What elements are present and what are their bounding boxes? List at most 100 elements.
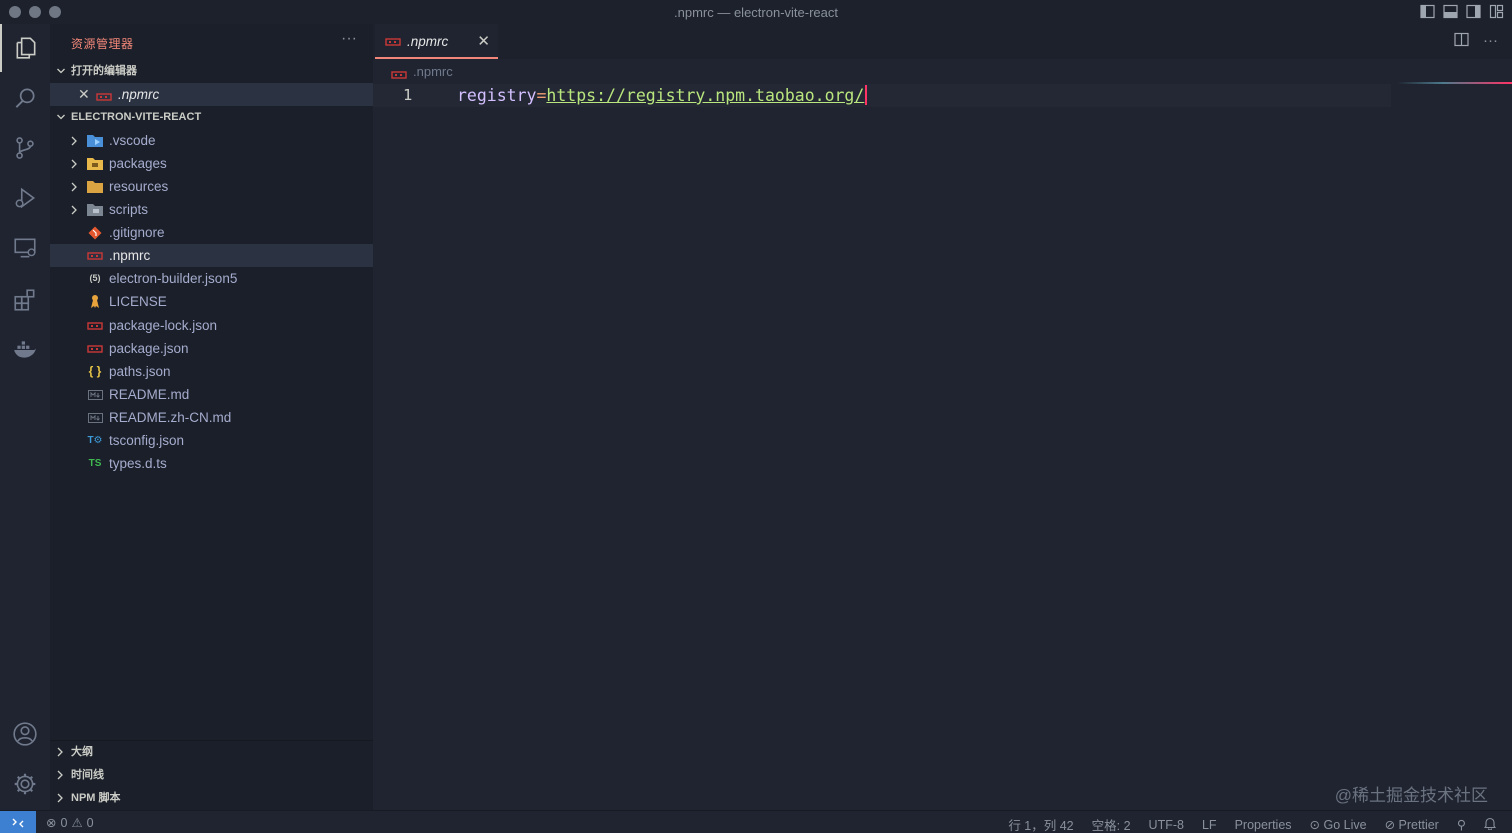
tab-label: .npmrc xyxy=(407,34,449,49)
markdown-file-icon xyxy=(87,387,103,402)
tree-item-label: types.d.ts xyxy=(109,456,167,471)
tree-item-label: .vscode xyxy=(109,133,156,148)
explorer-header: 资源管理器 ··· xyxy=(50,24,373,59)
code-url-link[interactable]: https://registry.npm.taobao.org/ xyxy=(546,86,864,105)
encoding[interactable]: UTF-8 xyxy=(1149,818,1184,832)
extensions-icon[interactable] xyxy=(0,276,50,324)
markdown-file-icon xyxy=(87,410,103,425)
error-icon: ⊗ xyxy=(46,816,57,830)
code-line-1[interactable]: registry=https://registry.npm.taobao.org… xyxy=(457,85,868,105)
layout-controls xyxy=(1420,4,1504,19)
tree-file-readme[interactable]: README.md xyxy=(50,383,373,406)
npm-file-icon xyxy=(391,68,407,79)
run-debug-icon[interactable] xyxy=(0,174,50,222)
timeline-section[interactable]: 时间线 xyxy=(50,764,373,786)
prettier-button[interactable]: ⊘ Prettier xyxy=(1385,817,1439,832)
settings-gear-icon[interactable] xyxy=(0,760,50,808)
project-label: ELECTRON-VITE-REACT xyxy=(71,111,202,123)
open-editors-section[interactable]: 打开的编辑器 xyxy=(50,60,373,82)
go-live-button[interactable]: ⊙ Go Live xyxy=(1310,817,1367,832)
tree-file-package-json[interactable]: package.json xyxy=(50,337,373,360)
warning-count: 0 xyxy=(86,815,94,830)
open-editor-filename: .npmrc xyxy=(118,87,160,102)
open-editor-item[interactable]: ✕ .npmrc xyxy=(50,83,373,106)
minimap[interactable] xyxy=(1397,82,1512,84)
go-live-label: Go Live xyxy=(1323,818,1367,832)
problems-indicator[interactable]: ⊗ 0 ⚠ 0 xyxy=(46,815,94,831)
accounts-icon[interactable] xyxy=(0,710,50,758)
tree-file-npmrc[interactable]: .npmrc xyxy=(50,244,373,267)
npm-file-icon xyxy=(385,36,401,48)
prettier-label: Prettier xyxy=(1398,818,1439,832)
typescript-def-file-icon: TS xyxy=(88,458,102,469)
tree-folder-packages[interactable]: packages xyxy=(50,152,373,175)
end-of-line[interactable]: LF xyxy=(1202,818,1217,832)
remote-explorer-icon[interactable] xyxy=(0,224,50,272)
tree-item-label: .npmrc xyxy=(109,248,151,263)
search-icon[interactable] xyxy=(0,74,50,122)
toggle-panel-icon[interactable] xyxy=(1443,4,1458,19)
npm-scripts-section[interactable]: NPM 脚本 xyxy=(50,787,373,809)
watermark: @稀土掘金技术社区 xyxy=(1334,786,1488,805)
cursor-position[interactable]: 行 1，列 42 xyxy=(1008,815,1073,833)
tree-item-label: electron-builder.json5 xyxy=(109,271,238,286)
tree-item-label: paths.json xyxy=(109,364,171,379)
json-file-icon: { } xyxy=(88,364,102,378)
json5-file-icon: (5) xyxy=(89,273,101,283)
tree-item-label: package-lock.json xyxy=(109,318,218,333)
tree-file-paths-json[interactable]: { } paths.json xyxy=(50,360,373,383)
outline-section[interactable]: 大纲 xyxy=(50,741,373,763)
chevron-right-icon xyxy=(70,129,80,152)
text-cursor xyxy=(865,85,868,105)
feedback-icon[interactable]: ⚲ xyxy=(1457,817,1466,832)
more-actions-icon[interactable]: ··· xyxy=(1483,32,1498,51)
toggle-secondary-sidebar-icon[interactable] xyxy=(1466,4,1481,19)
timeline-label: 时间线 xyxy=(71,769,104,781)
notifications-bell-icon[interactable] xyxy=(1483,817,1497,833)
status-right: 行 1，列 42 空格: 2 UTF-8 LF Properties ⊙ Go … xyxy=(1008,815,1497,833)
breadcrumb[interactable]: .npmrc xyxy=(391,64,453,79)
code-key: registry xyxy=(457,86,537,105)
tree-file-gitignore[interactable]: .gitignore xyxy=(50,221,373,244)
language-mode[interactable]: Properties xyxy=(1235,818,1292,832)
tree-item-label: README.zh-CN.md xyxy=(109,410,232,425)
close-tab-icon[interactable]: ✕ xyxy=(477,32,490,50)
project-section[interactable]: ELECTRON-VITE-REACT xyxy=(50,106,373,128)
tree-folder-scripts[interactable]: scripts xyxy=(50,198,373,221)
outline-label: 大纲 xyxy=(71,746,93,758)
tab-npmrc[interactable]: .npmrc ✕ xyxy=(375,24,498,59)
tree-item-label: scripts xyxy=(109,202,149,217)
close-editor-icon[interactable]: ✕ xyxy=(78,83,90,106)
tree-item-label: tsconfig.json xyxy=(109,433,185,448)
docker-icon[interactable] xyxy=(0,326,50,374)
more-actions-button[interactable]: ··· xyxy=(341,30,357,48)
open-editors-label: 打开的编辑器 xyxy=(71,65,137,77)
chevron-right-icon xyxy=(56,764,68,786)
tab-bar: .npmrc ✕ ··· xyxy=(373,24,1512,59)
tree-file-electron-builder[interactable]: (5) electron-builder.json5 xyxy=(50,267,373,290)
indentation[interactable]: 空格: 2 xyxy=(1092,815,1131,833)
tree-folder-resources[interactable]: resources xyxy=(50,175,373,198)
tsconfig-file-icon: T⚙ xyxy=(87,435,103,446)
tree-item-label: resources xyxy=(109,179,169,194)
tree-folder-vscode[interactable]: .vscode xyxy=(50,129,373,152)
chevron-down-icon xyxy=(56,106,68,128)
remote-indicator-icon[interactable] xyxy=(0,811,36,833)
window-title: .npmrc — electron-vite-react xyxy=(674,5,838,20)
warning-icon: ⚠ xyxy=(71,816,83,830)
activity-bar xyxy=(0,24,50,810)
tree-file-types-d-ts[interactable]: TS types.d.ts xyxy=(50,452,373,475)
customize-layout-icon[interactable] xyxy=(1489,4,1504,19)
chevron-down-icon xyxy=(56,60,68,82)
tree-file-package-lock[interactable]: package-lock.json xyxy=(50,314,373,337)
git-file-icon xyxy=(87,225,103,240)
tree-file-tsconfig[interactable]: T⚙ tsconfig.json xyxy=(50,429,373,452)
tree-file-readme-zh[interactable]: README.zh-CN.md xyxy=(50,406,373,429)
explorer-title: 资源管理器 xyxy=(71,37,134,51)
toggle-sidebar-icon[interactable] xyxy=(1420,4,1435,19)
explorer-icon[interactable] xyxy=(0,24,50,72)
source-control-icon[interactable] xyxy=(0,124,50,172)
split-editor-icon[interactable] xyxy=(1454,32,1469,51)
tree-file-license[interactable]: LICENSE xyxy=(50,290,373,313)
vscode-folder-icon xyxy=(87,133,103,148)
